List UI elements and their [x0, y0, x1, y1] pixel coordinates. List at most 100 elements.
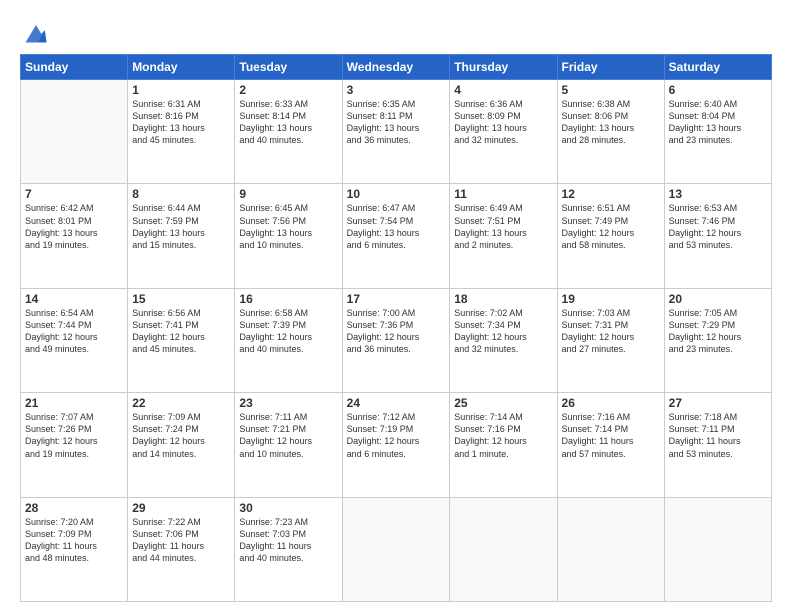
day-info: Sunrise: 7:18 AMSunset: 7:11 PMDaylight:…	[669, 411, 767, 460]
day-info: Sunrise: 7:02 AMSunset: 7:34 PMDaylight:…	[454, 307, 552, 356]
day-info: Sunrise: 6:40 AMSunset: 8:04 PMDaylight:…	[669, 98, 767, 147]
day-number: 8	[132, 187, 230, 201]
day-number: 19	[562, 292, 660, 306]
calendar-cell: 5Sunrise: 6:38 AMSunset: 8:06 PMDaylight…	[557, 80, 664, 184]
calendar-cell	[21, 80, 128, 184]
day-number: 1	[132, 83, 230, 97]
calendar-cell: 18Sunrise: 7:02 AMSunset: 7:34 PMDayligh…	[450, 288, 557, 392]
day-info: Sunrise: 6:36 AMSunset: 8:09 PMDaylight:…	[454, 98, 552, 147]
calendar-cell: 24Sunrise: 7:12 AMSunset: 7:19 PMDayligh…	[342, 393, 450, 497]
calendar-cell: 29Sunrise: 7:22 AMSunset: 7:06 PMDayligh…	[128, 497, 235, 601]
day-number: 11	[454, 187, 552, 201]
day-number: 12	[562, 187, 660, 201]
calendar-cell: 27Sunrise: 7:18 AMSunset: 7:11 PMDayligh…	[664, 393, 771, 497]
calendar-cell: 8Sunrise: 6:44 AMSunset: 7:59 PMDaylight…	[128, 184, 235, 288]
day-number: 30	[239, 501, 337, 515]
day-info: Sunrise: 7:12 AMSunset: 7:19 PMDaylight:…	[347, 411, 446, 460]
day-info: Sunrise: 6:44 AMSunset: 7:59 PMDaylight:…	[132, 202, 230, 251]
calendar-header-saturday: Saturday	[664, 55, 771, 80]
day-info: Sunrise: 6:45 AMSunset: 7:56 PMDaylight:…	[239, 202, 337, 251]
calendar-cell: 21Sunrise: 7:07 AMSunset: 7:26 PMDayligh…	[21, 393, 128, 497]
calendar-cell: 16Sunrise: 6:58 AMSunset: 7:39 PMDayligh…	[235, 288, 342, 392]
day-number: 18	[454, 292, 552, 306]
calendar-cell	[557, 497, 664, 601]
day-info: Sunrise: 7:11 AMSunset: 7:21 PMDaylight:…	[239, 411, 337, 460]
day-info: Sunrise: 6:56 AMSunset: 7:41 PMDaylight:…	[132, 307, 230, 356]
calendar-cell: 12Sunrise: 6:51 AMSunset: 7:49 PMDayligh…	[557, 184, 664, 288]
calendar-cell: 26Sunrise: 7:16 AMSunset: 7:14 PMDayligh…	[557, 393, 664, 497]
day-number: 7	[25, 187, 123, 201]
day-number: 14	[25, 292, 123, 306]
calendar-cell	[342, 497, 450, 601]
day-info: Sunrise: 6:47 AMSunset: 7:54 PMDaylight:…	[347, 202, 446, 251]
day-info: Sunrise: 6:31 AMSunset: 8:16 PMDaylight:…	[132, 98, 230, 147]
day-number: 20	[669, 292, 767, 306]
day-info: Sunrise: 6:51 AMSunset: 7:49 PMDaylight:…	[562, 202, 660, 251]
day-info: Sunrise: 7:23 AMSunset: 7:03 PMDaylight:…	[239, 516, 337, 565]
day-number: 13	[669, 187, 767, 201]
day-info: Sunrise: 6:33 AMSunset: 8:14 PMDaylight:…	[239, 98, 337, 147]
day-number: 23	[239, 396, 337, 410]
calendar-cell	[450, 497, 557, 601]
calendar-cell: 15Sunrise: 6:56 AMSunset: 7:41 PMDayligh…	[128, 288, 235, 392]
day-info: Sunrise: 6:54 AMSunset: 7:44 PMDaylight:…	[25, 307, 123, 356]
calendar-cell: 22Sunrise: 7:09 AMSunset: 7:24 PMDayligh…	[128, 393, 235, 497]
day-info: Sunrise: 7:16 AMSunset: 7:14 PMDaylight:…	[562, 411, 660, 460]
day-number: 10	[347, 187, 446, 201]
calendar-cell: 2Sunrise: 6:33 AMSunset: 8:14 PMDaylight…	[235, 80, 342, 184]
calendar-cell: 17Sunrise: 7:00 AMSunset: 7:36 PMDayligh…	[342, 288, 450, 392]
day-number: 6	[669, 83, 767, 97]
calendar-cell: 7Sunrise: 6:42 AMSunset: 8:01 PMDaylight…	[21, 184, 128, 288]
calendar-cell: 30Sunrise: 7:23 AMSunset: 7:03 PMDayligh…	[235, 497, 342, 601]
day-info: Sunrise: 6:35 AMSunset: 8:11 PMDaylight:…	[347, 98, 446, 147]
calendar-cell: 14Sunrise: 6:54 AMSunset: 7:44 PMDayligh…	[21, 288, 128, 392]
day-info: Sunrise: 6:42 AMSunset: 8:01 PMDaylight:…	[25, 202, 123, 251]
day-info: Sunrise: 6:58 AMSunset: 7:39 PMDaylight:…	[239, 307, 337, 356]
day-number: 4	[454, 83, 552, 97]
logo	[20, 18, 52, 46]
day-number: 22	[132, 396, 230, 410]
day-info: Sunrise: 6:49 AMSunset: 7:51 PMDaylight:…	[454, 202, 552, 251]
calendar-cell: 4Sunrise: 6:36 AMSunset: 8:09 PMDaylight…	[450, 80, 557, 184]
day-info: Sunrise: 7:20 AMSunset: 7:09 PMDaylight:…	[25, 516, 123, 565]
day-number: 21	[25, 396, 123, 410]
calendar-cell: 11Sunrise: 6:49 AMSunset: 7:51 PMDayligh…	[450, 184, 557, 288]
day-number: 28	[25, 501, 123, 515]
calendar-header-monday: Monday	[128, 55, 235, 80]
day-number: 25	[454, 396, 552, 410]
calendar-cell: 1Sunrise: 6:31 AMSunset: 8:16 PMDaylight…	[128, 80, 235, 184]
day-number: 24	[347, 396, 446, 410]
calendar-cell	[664, 497, 771, 601]
day-info: Sunrise: 7:07 AMSunset: 7:26 PMDaylight:…	[25, 411, 123, 460]
calendar-cell: 19Sunrise: 7:03 AMSunset: 7:31 PMDayligh…	[557, 288, 664, 392]
day-number: 9	[239, 187, 337, 201]
calendar-cell: 28Sunrise: 7:20 AMSunset: 7:09 PMDayligh…	[21, 497, 128, 601]
calendar-header-wednesday: Wednesday	[342, 55, 450, 80]
day-info: Sunrise: 6:53 AMSunset: 7:46 PMDaylight:…	[669, 202, 767, 251]
calendar-cell: 23Sunrise: 7:11 AMSunset: 7:21 PMDayligh…	[235, 393, 342, 497]
day-number: 26	[562, 396, 660, 410]
calendar-table: SundayMondayTuesdayWednesdayThursdayFrid…	[20, 54, 772, 602]
calendar-cell: 6Sunrise: 6:40 AMSunset: 8:04 PMDaylight…	[664, 80, 771, 184]
day-info: Sunrise: 7:00 AMSunset: 7:36 PMDaylight:…	[347, 307, 446, 356]
calendar-cell: 3Sunrise: 6:35 AMSunset: 8:11 PMDaylight…	[342, 80, 450, 184]
calendar-header-friday: Friday	[557, 55, 664, 80]
day-number: 2	[239, 83, 337, 97]
day-number: 29	[132, 501, 230, 515]
day-number: 3	[347, 83, 446, 97]
day-number: 27	[669, 396, 767, 410]
day-info: Sunrise: 7:03 AMSunset: 7:31 PMDaylight:…	[562, 307, 660, 356]
calendar-header-sunday: Sunday	[21, 55, 128, 80]
day-info: Sunrise: 7:09 AMSunset: 7:24 PMDaylight:…	[132, 411, 230, 460]
calendar-header-tuesday: Tuesday	[235, 55, 342, 80]
calendar-cell: 13Sunrise: 6:53 AMSunset: 7:46 PMDayligh…	[664, 184, 771, 288]
calendar-cell: 25Sunrise: 7:14 AMSunset: 7:16 PMDayligh…	[450, 393, 557, 497]
day-info: Sunrise: 7:05 AMSunset: 7:29 PMDaylight:…	[669, 307, 767, 356]
day-info: Sunrise: 7:22 AMSunset: 7:06 PMDaylight:…	[132, 516, 230, 565]
calendar-cell: 9Sunrise: 6:45 AMSunset: 7:56 PMDaylight…	[235, 184, 342, 288]
day-info: Sunrise: 6:38 AMSunset: 8:06 PMDaylight:…	[562, 98, 660, 147]
day-info: Sunrise: 7:14 AMSunset: 7:16 PMDaylight:…	[454, 411, 552, 460]
calendar-cell: 10Sunrise: 6:47 AMSunset: 7:54 PMDayligh…	[342, 184, 450, 288]
day-number: 15	[132, 292, 230, 306]
calendar-header-thursday: Thursday	[450, 55, 557, 80]
